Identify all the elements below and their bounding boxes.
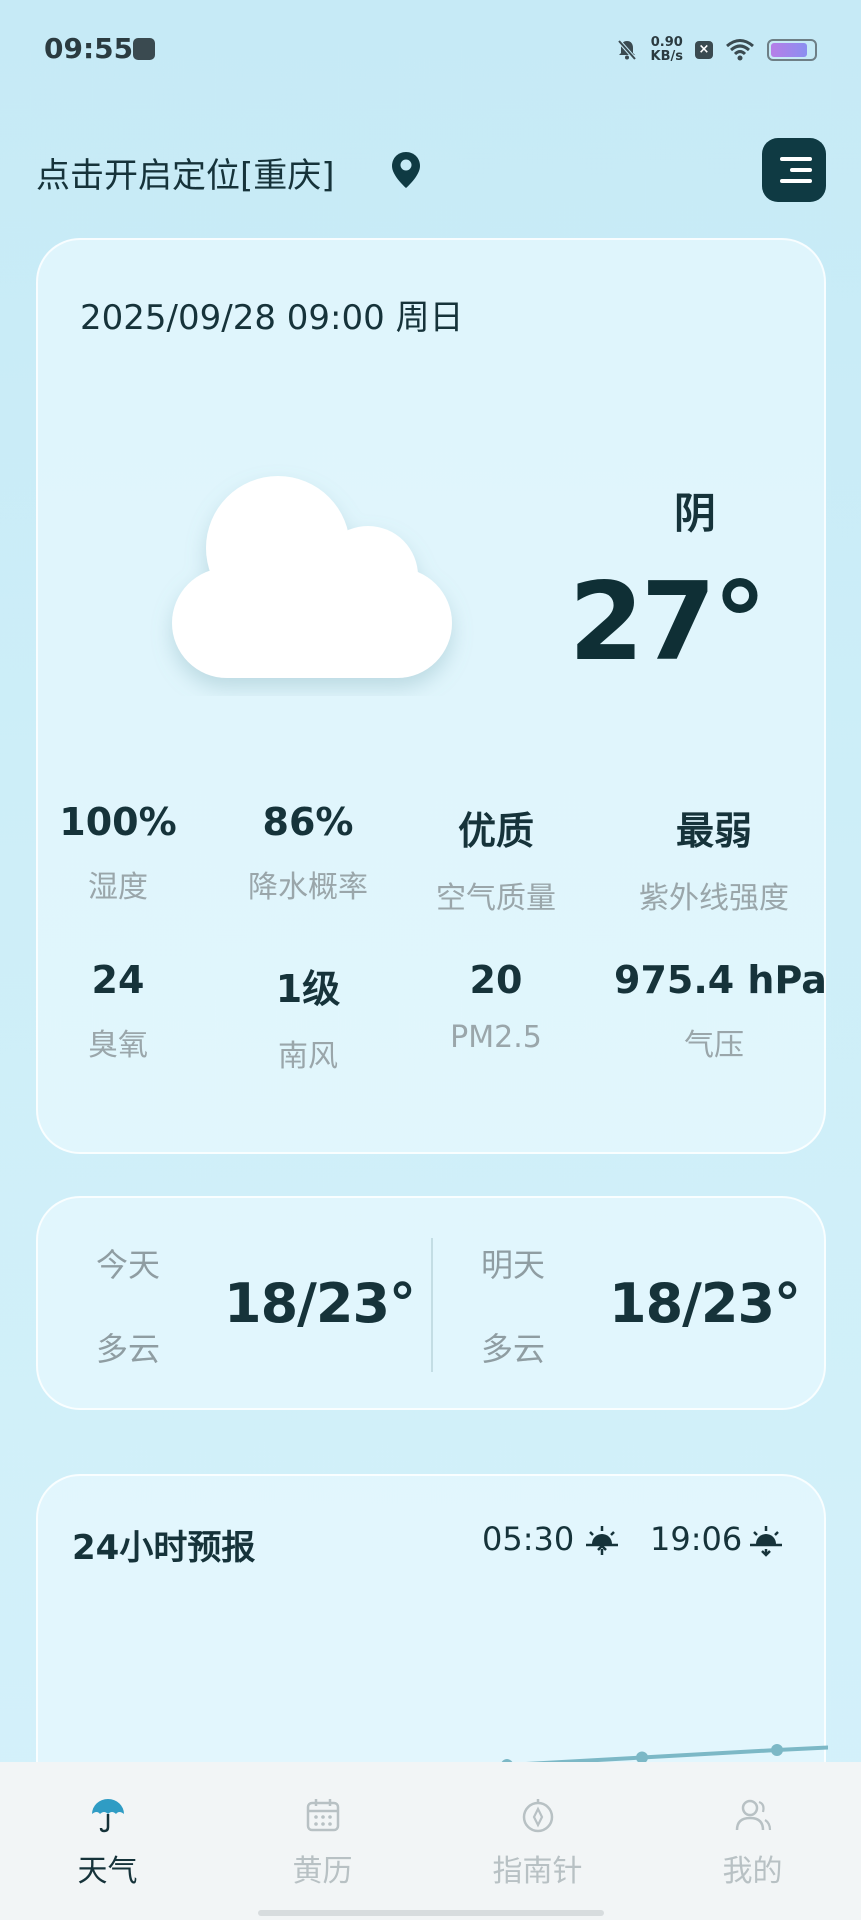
umbrella-icon <box>92 1799 124 1833</box>
battery-icon <box>767 39 817 61</box>
nav-almanac[interactable]: 黄历 <box>215 1762 430 1920</box>
metric-value: 优质 <box>457 809 534 853</box>
location-label[interactable]: 点击开启定位[重庆] <box>36 148 335 197</box>
battery-fill <box>771 43 807 57</box>
metric-value: 100% <box>59 800 177 844</box>
user-icon <box>735 1799 772 1831</box>
metric-wind: 1级 南风 <box>208 958 408 1075</box>
menu-line-icon <box>780 179 812 183</box>
metric-ozone: 24 臭氧 <box>18 958 218 1064</box>
menu-line-icon <box>780 157 812 161</box>
metric-label: 降水概率 <box>248 870 368 905</box>
calendar-icon <box>306 1799 340 1832</box>
metric-uv: 最弱 紫外线强度 <box>614 800 814 917</box>
metric-value: 975.4 hPa <box>614 958 827 1002</box>
nav-label: 我的 <box>722 1854 783 1889</box>
metric-label: PM2.5 <box>450 1020 542 1055</box>
close-square-icon: × <box>695 41 713 59</box>
metric-label: 气压 <box>684 1028 744 1063</box>
status-time: 09:55 <box>44 32 134 65</box>
metric-value: 20 <box>469 958 523 1002</box>
metric-value: 最弱 <box>675 809 752 853</box>
status-icons: 0.90 KB/s × <box>615 32 817 68</box>
current-temperature: 27° <box>568 560 767 685</box>
metric-pressure: 975.4 hPa 气压 <box>614 958 827 1064</box>
message-notification-icon <box>133 38 155 60</box>
current-weather-card: 2025/09/28 09:00 周日 阴 27° 100% 湿度 86% 降水… <box>36 238 827 1154</box>
nav-label: 天气 <box>77 1854 138 1889</box>
network-speed-unit: KB/s <box>650 49 683 64</box>
nav-label: 黄历 <box>292 1854 353 1889</box>
current-condition: 阴 <box>673 489 716 538</box>
metric-label: 南风 <box>278 1039 338 1074</box>
current-datetime: 2025/09/28 09:00 周日 <box>80 298 464 338</box>
bottom-nav: 天气 黄历 指南针 我的 <box>0 1762 861 1920</box>
metric-label: 空气质量 <box>436 881 556 916</box>
metric-humidity: 100% 湿度 <box>18 800 218 906</box>
metric-label: 紫外线强度 <box>639 881 789 916</box>
metric-air-quality: 优质 空气质量 <box>396 800 596 917</box>
tomorrow-condition: 多云 <box>481 1330 546 1368</box>
network-speed: 0.90 KB/s <box>651 36 683 64</box>
tomorrow-range: 18/23° <box>609 1272 801 1335</box>
bell-muted-icon <box>617 39 637 61</box>
menu-button[interactable] <box>762 138 826 202</box>
wifi-icon <box>726 39 754 61</box>
metric-precipitation: 86% 降水概率 <box>208 800 408 906</box>
status-bar: 09:55 0.90 KB/s × <box>0 0 861 100</box>
tomorrow-label: 明天 <box>481 1246 546 1284</box>
nav-profile[interactable]: 我的 <box>645 1762 860 1920</box>
tomorrow-forecast[interactable]: 明天 多云 18/23° <box>433 1198 826 1412</box>
location-pin-icon[interactable] <box>388 150 424 190</box>
metric-label: 湿度 <box>88 870 148 905</box>
nav-compass[interactable]: 指南针 <box>430 1762 645 1920</box>
network-speed-value: 0.90 <box>650 35 683 50</box>
menu-line-icon <box>790 168 812 172</box>
daily-forecast-card[interactable]: 今天 多云 18/23° 明天 多云 18/23° <box>36 1196 826 1410</box>
metric-value: 1级 <box>275 967 341 1011</box>
metric-value: 86% <box>262 800 354 844</box>
nav-weather[interactable]: 天气 <box>0 1762 215 1920</box>
temperature-point <box>771 1744 783 1756</box>
metric-value: 24 <box>91 958 145 1002</box>
today-condition: 多云 <box>96 1330 161 1368</box>
metric-label: 臭氧 <box>88 1028 148 1063</box>
compass-icon <box>522 1799 554 1833</box>
today-range: 18/23° <box>224 1272 416 1335</box>
today-forecast[interactable]: 今天 多云 18/23° <box>38 1198 431 1412</box>
today-label: 今天 <box>96 1246 161 1284</box>
cloud-icon <box>172 476 452 678</box>
metric-pm25: 20 PM2.5 <box>396 958 596 1055</box>
nav-label: 指南针 <box>492 1854 583 1889</box>
home-indicator <box>258 1910 604 1916</box>
